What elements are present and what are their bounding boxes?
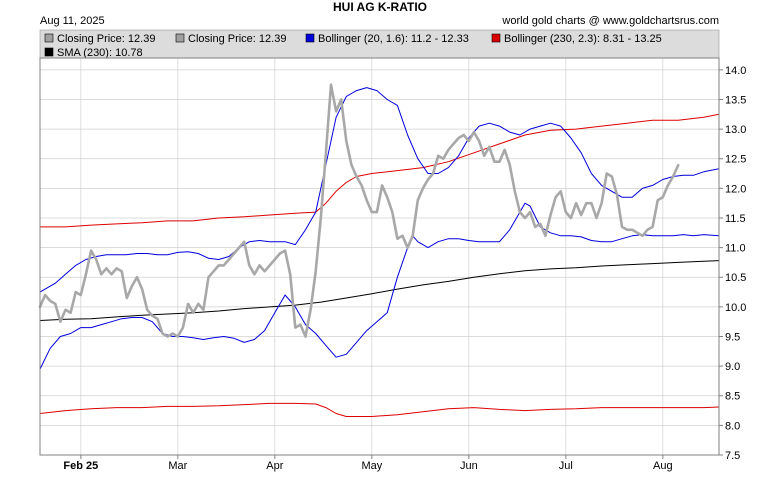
y-tick-label: 14.0 (725, 65, 746, 77)
y-tick-label: 11.0 (725, 243, 746, 255)
y-tick-label: 10.5 (725, 272, 746, 284)
chart-canvas: HUI AG K-RATIO Aug 11, 2025 world gold c… (38, 0, 746, 472)
x-tick-label: Feb 25 (63, 460, 98, 472)
y-tick-label: 8.5 (725, 391, 740, 403)
x-tick-label: Jun (460, 460, 478, 472)
x-tick-label: Mar (168, 460, 187, 472)
x-tick-label: Aug (653, 460, 673, 472)
legend-label: Closing Price: 12.39 (188, 33, 286, 45)
legend-item-closing-price: Closing Price: 12.39 (44, 33, 155, 45)
y-tick-label: 13.5 (725, 94, 746, 106)
legend-swatch (491, 33, 501, 43)
x-tick-label: Jul (559, 460, 573, 472)
legend-label: Bollinger (20, 1.6): 11.2 - 12.33 (318, 33, 469, 45)
legend-label: SMA (230): 10.78 (57, 47, 143, 59)
legend-swatch (44, 47, 54, 57)
series-line-closing-price (38, 83, 680, 338)
grid (40, 58, 719, 456)
y-tick-label: 9.0 (725, 361, 740, 373)
x-tick-label: Apr (266, 460, 283, 472)
legend-swatch (305, 33, 315, 43)
y-tick-label: 10.0 (725, 302, 746, 314)
chart-date: Aug 11, 2025 (40, 15, 105, 27)
y-tick-label: 12.0 (725, 183, 746, 195)
y-tick-label: 8.0 (725, 420, 740, 432)
series-line-bollinger-230-2-3-upper (39, 113, 720, 228)
series-line-bollinger-20-1-6-upper (39, 87, 720, 293)
legend-swatch (44, 33, 54, 43)
legend-swatch (175, 33, 185, 43)
legend-item-bollinger-20: Bollinger (20, 1.6): 11.2 - 12.33 (305, 33, 469, 45)
series-line-bollinger-230-2-3-lower (39, 402, 720, 417)
y-tick-label: 7.5 (725, 450, 740, 462)
y-tick-label: 12.5 (725, 154, 746, 166)
chart-title: HUI AG K-RATIO (333, 0, 427, 14)
chart-source: world gold charts @ www.goldchartsrus.co… (501, 15, 719, 27)
y-tick-label: 9.5 (725, 331, 740, 343)
x-tick-label: May (361, 460, 382, 472)
legend-item-bollinger-230: Bollinger (230, 2.3): 8.31 - 13.25 (491, 33, 662, 45)
legend-label: Bollinger (230, 2.3): 8.31 - 13.25 (504, 33, 662, 45)
legend-item-sma-230: SMA (230): 10.78 (44, 47, 143, 59)
legend-item-closing-price-2: Closing Price: 12.39 (175, 33, 286, 45)
y-tick-label: 11.5 (725, 213, 746, 225)
x-axis: Feb 25 Mar Apr May Jun Jul Aug (63, 455, 673, 472)
series-lines (38, 83, 720, 417)
legend-label: Closing Price: 12.39 (57, 33, 155, 45)
y-axis: 7.5 8.0 8.5 9.0 9.5 10.0 10.5 11.0 11.5 12.0 12.5 1… (719, 65, 746, 462)
y-tick-label: 13.0 (725, 124, 746, 136)
